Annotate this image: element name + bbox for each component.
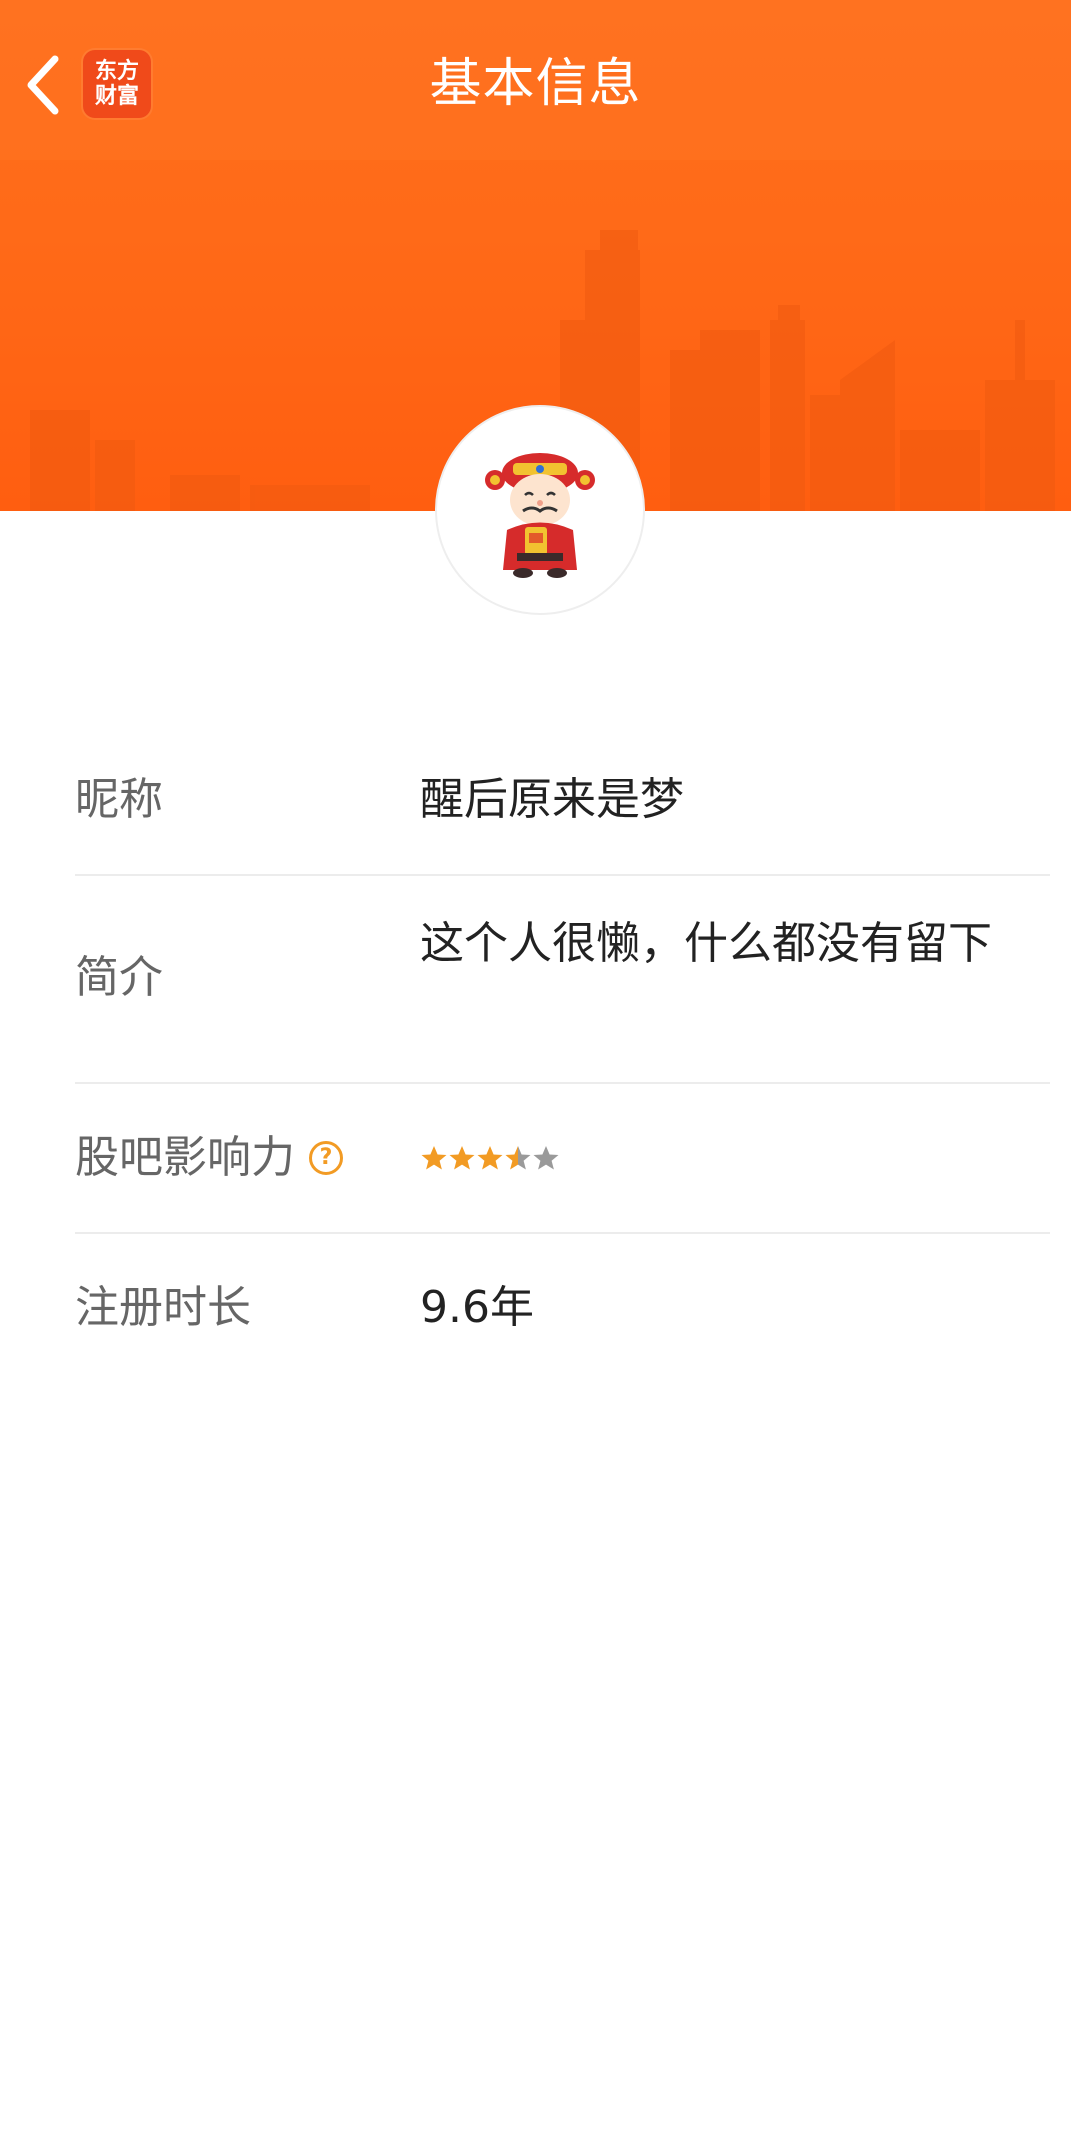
profile-info-page: 东方 财富 基本信息 昵称 醒后原来是梦 简介 这个人很懒，什么都没有留下 股吧… bbox=[0, 0, 1071, 2138]
avatar[interactable] bbox=[435, 405, 645, 615]
star-icon bbox=[477, 1146, 503, 1170]
influence-label: 股吧影响力 bbox=[75, 1132, 295, 1183]
influence-row: 股吧影响力 ? bbox=[75, 1084, 1050, 1234]
registration-label: 注册时长 bbox=[75, 1282, 251, 1333]
star-icon bbox=[421, 1146, 447, 1170]
help-icon[interactable]: ? bbox=[309, 1141, 343, 1175]
registration-value: 9.6年 bbox=[420, 1282, 534, 1333]
nickname-value: 醒后原来是梦 bbox=[420, 774, 684, 825]
registration-row: 注册时长 9.6年 bbox=[75, 1234, 1050, 1384]
bio-value: 这个人很懒，什么都没有留下 bbox=[420, 918, 992, 969]
influence-stars bbox=[420, 1144, 560, 1172]
bio-row: 简介 这个人很懒，什么都没有留下 bbox=[75, 876, 1050, 1084]
bio-label: 简介 bbox=[75, 952, 163, 1003]
nickname-row: 昵称 醒后原来是梦 bbox=[75, 742, 1050, 876]
star-icon bbox=[533, 1146, 559, 1170]
caishen-avatar-icon bbox=[485, 453, 595, 578]
star-icon bbox=[505, 1146, 531, 1170]
influence-label-wrap: 股吧影响力 ? bbox=[75, 1130, 343, 1186]
page-title: 基本信息 bbox=[429, 54, 642, 114]
star-icon bbox=[449, 1146, 475, 1170]
nickname-label: 昵称 bbox=[75, 774, 163, 825]
